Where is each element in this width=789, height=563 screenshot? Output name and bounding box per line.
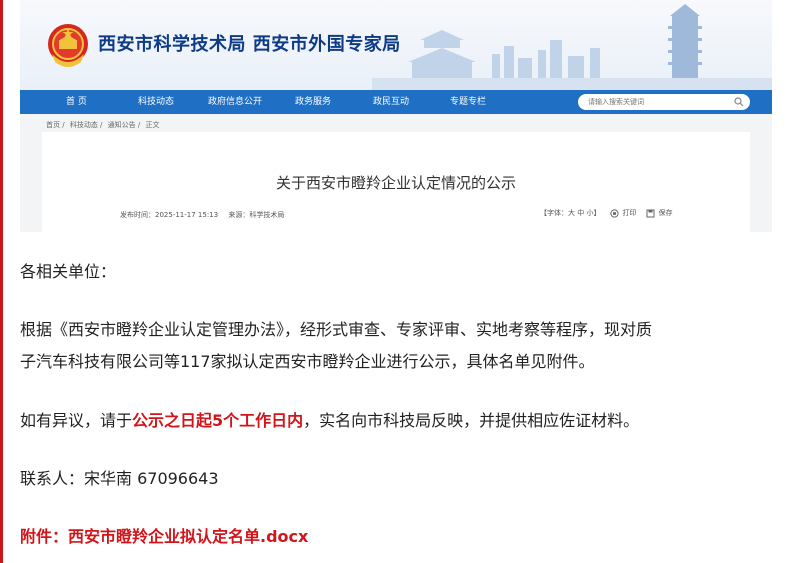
article-card: 关于西安市瞪羚企业认定情况的公示 发布时间：2025-11-17 15:13 来…: [42, 132, 750, 232]
main-navigation: 首 页 科技动态 政府信息公开 政务服务 政民互动 专题专栏: [20, 90, 772, 114]
nav-tech-news[interactable]: 科技动态: [138, 90, 174, 114]
city-skyline-illustration: [372, 4, 772, 90]
site-screenshot: 西安市科学技术局 西安市外国专家局 首 页 科技动态 政府信息公开 政务服务 政…: [20, 0, 772, 232]
attachment-link[interactable]: 附件：西安市瞪羚企业拟认定名单.docx: [20, 521, 308, 553]
print-button[interactable]: 打印: [610, 208, 636, 218]
search-box: [578, 94, 750, 110]
salutation: 各相关单位：: [20, 262, 117, 281]
site-banner: 西安市科学技术局 西安市外国专家局: [20, 0, 772, 90]
breadcrumb-tech-news[interactable]: 科技动态 /: [70, 121, 103, 129]
nav-special-topics[interactable]: 专题专栏: [450, 90, 486, 114]
paragraph-1-line-2: 子汽车科技有限公司等117家拟认定西安市瞪羚企业进行公示，具体名单见附件。: [20, 352, 595, 371]
breadcrumb-home[interactable]: 首页 /: [46, 121, 65, 129]
breadcrumb-current: 正文: [145, 121, 160, 129]
search-icon[interactable]: [734, 97, 744, 107]
paragraph-2: 如有异议，请于公示之日起5个工作日内，实名向市科技局反映，并提供相应佐证材料。: [20, 405, 639, 437]
contact-info: 联系人：宋华南 67096643: [20, 469, 219, 488]
save-label: 保存: [658, 209, 673, 217]
save-button[interactable]: 保存: [646, 208, 672, 218]
article-meta: 发布时间：2025-11-17 15:13 来源：科学技术局: [120, 210, 292, 220]
print-icon: [610, 208, 620, 218]
save-icon: [646, 209, 655, 217]
breadcrumb: 首页 / 科技动态 / 通知公告 / 正文: [46, 120, 162, 130]
search-input[interactable]: [588, 94, 728, 110]
print-label: 打印: [622, 209, 637, 217]
nav-gov-info[interactable]: 政府信息公开: [208, 90, 262, 114]
breadcrumb-notices[interactable]: 通知公告 /: [108, 121, 141, 129]
paragraph-2-suffix: ，实名向市科技局反映，并提供相应佐证材料。: [303, 411, 640, 430]
deadline-highlight: 公示之日起5个工作日内: [132, 411, 304, 430]
publish-time: 发布时间：2025-11-17 15:13: [120, 211, 219, 219]
article-title: 关于西安市瞪羚企业认定情况的公示: [275, 174, 516, 192]
font-size-selector[interactable]: 【字体：大 中 小】: [540, 208, 600, 218]
national-emblem-icon: [48, 24, 88, 67]
nav-gov-services[interactable]: 政务服务: [295, 90, 331, 114]
paragraph-1-line-1: 根据《西安市瞪羚企业认定管理办法》，经形式审查、专家评审、实地考察等程序，现对质: [20, 320, 653, 339]
nav-home[interactable]: 首 页: [66, 90, 87, 114]
nav-public-interaction[interactable]: 政民互动: [373, 90, 409, 114]
paragraph-2-prefix: 如有异议，请于: [20, 411, 133, 430]
left-accent-rule: [0, 0, 3, 563]
site-title: 西安市科学技术局 西安市外国专家局: [98, 34, 401, 55]
article-tools: 【字体：大 中 小】 打印 保存: [540, 208, 682, 218]
article-source: 来源：科学技术局: [228, 211, 285, 219]
